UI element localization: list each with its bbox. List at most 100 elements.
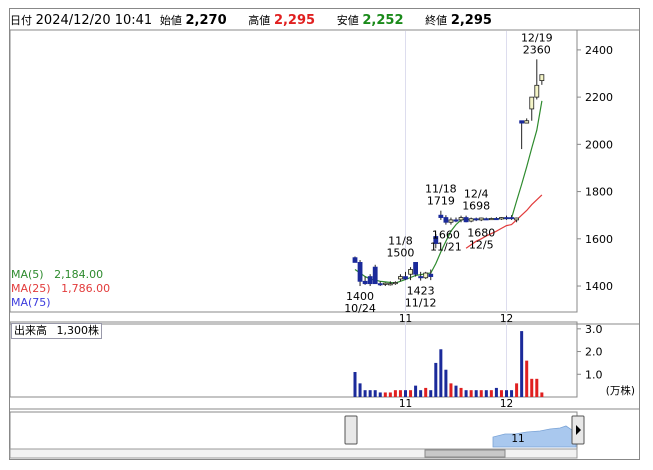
candle-body xyxy=(458,217,464,221)
candle-body xyxy=(367,276,373,285)
volume-bar xyxy=(383,392,387,397)
volume-bar xyxy=(515,383,519,397)
candle-body xyxy=(398,276,403,280)
volume-bar xyxy=(479,390,483,397)
candle-body xyxy=(423,272,429,279)
annotation-label: 11/12 xyxy=(405,297,437,310)
volume-bar xyxy=(454,385,458,397)
volume-tick-label: 2.0 xyxy=(585,346,603,359)
volume-bar xyxy=(353,372,357,397)
x-tick-label-volume: 11 xyxy=(399,398,412,410)
candle-body xyxy=(473,218,479,221)
candle-body xyxy=(478,217,484,221)
ma-legend: MA(5) 2,184.00 MA(25) 1,786.00 MA(75) xyxy=(11,268,111,310)
candle-body xyxy=(438,214,444,218)
candle-body xyxy=(529,96,535,110)
volume-tick-label: 1.0 xyxy=(585,368,603,381)
volume-bar xyxy=(358,383,362,397)
ma25-name: MA(25) xyxy=(11,282,51,295)
volume-bar xyxy=(368,390,372,397)
candle-body xyxy=(352,257,358,263)
volume-bar xyxy=(363,390,367,397)
chart-svg: 1400 1600 1800 2000 2200 2400 1.0 2.0 3.0 (万株) 11 1… xyxy=(9,29,639,459)
volume-bar xyxy=(499,390,503,397)
price-tick-label: 1800 xyxy=(585,186,613,199)
volume-bar xyxy=(409,390,413,397)
volume-bar xyxy=(535,378,539,397)
candle-body xyxy=(372,266,378,285)
volume-bar xyxy=(414,385,418,397)
ma5-value: 2,184.00 xyxy=(54,268,104,281)
volume-bar xyxy=(398,390,402,397)
volume-bar xyxy=(434,362,438,397)
candle-body xyxy=(362,280,368,285)
volume-bar xyxy=(373,390,377,397)
navigator-panel xyxy=(9,411,578,450)
candle-body xyxy=(539,74,545,81)
candle-body xyxy=(483,218,489,221)
candle-body xyxy=(403,276,408,280)
ma75-name: MA(75) xyxy=(11,296,51,309)
candle-body xyxy=(504,217,509,220)
candle-body xyxy=(392,282,398,285)
volume-bar xyxy=(429,390,433,397)
scrollbar-thumb[interactable] xyxy=(424,449,506,458)
volume-bar xyxy=(530,378,534,397)
candle-body xyxy=(413,262,419,275)
price-tick-label: 2400 xyxy=(585,44,613,57)
candle-body xyxy=(509,217,514,220)
candle-body xyxy=(377,283,383,286)
volume-bar xyxy=(469,390,473,397)
navigator-tick-label: 11 xyxy=(511,433,524,445)
volume-bar xyxy=(505,390,508,397)
candle-body xyxy=(448,219,454,223)
volume-bar xyxy=(444,369,448,397)
ma25-legend-row: MA(25) 1,786.00 xyxy=(11,282,110,296)
volume-bar xyxy=(484,390,488,397)
volume-bar xyxy=(540,392,544,397)
volume-value: 1,300株 xyxy=(56,324,100,337)
candle-body xyxy=(463,217,469,223)
candle-body xyxy=(428,273,434,277)
candle-body xyxy=(524,120,530,124)
volume-bar xyxy=(525,360,529,397)
annotation-label: 1719 xyxy=(427,195,455,208)
volume-label: 出来高 xyxy=(14,324,47,337)
candle-body xyxy=(488,218,494,221)
volume-bar xyxy=(489,390,493,397)
volume-bar xyxy=(419,390,423,397)
price-tick-label: 1400 xyxy=(585,280,613,293)
volume-bar xyxy=(459,387,463,397)
ma75-legend-row: MA(75) xyxy=(11,296,110,310)
candle-body xyxy=(453,219,459,222)
candle-body xyxy=(408,269,413,275)
annotation-label: 11/21 xyxy=(430,241,462,254)
candle-body xyxy=(499,217,504,220)
volume-bar xyxy=(449,383,453,397)
volume-bar xyxy=(510,390,514,397)
volume-bar xyxy=(378,392,382,397)
volume-bar xyxy=(393,390,397,397)
volume-bar xyxy=(474,390,478,397)
price-tick-label: 2200 xyxy=(585,91,613,104)
candle-body xyxy=(357,262,363,282)
ma5-legend-row: MA(5) 2,184.00 xyxy=(11,268,110,282)
annotation-label: 1698 xyxy=(462,200,490,213)
volume-bar xyxy=(439,349,443,397)
volume-bar xyxy=(424,387,428,397)
candle-body xyxy=(387,283,393,286)
ma25-value: 1,786.00 xyxy=(61,282,111,295)
volume-bar xyxy=(494,387,498,397)
price-tick-label: 1600 xyxy=(585,233,613,246)
volume-bar xyxy=(520,331,524,397)
navigator-left-handle[interactable] xyxy=(344,415,358,445)
candle-body xyxy=(382,282,388,285)
x-tick-label-volume: 12 xyxy=(500,398,513,410)
volume-unit-label: (万株) xyxy=(606,384,635,397)
candle-body xyxy=(514,217,519,221)
annotation-label: 12/5 xyxy=(469,238,494,251)
candle-body xyxy=(493,218,499,221)
x-tick-label: 12 xyxy=(500,313,513,325)
candle-body xyxy=(468,218,474,222)
annotation-label: 1500 xyxy=(386,246,414,259)
